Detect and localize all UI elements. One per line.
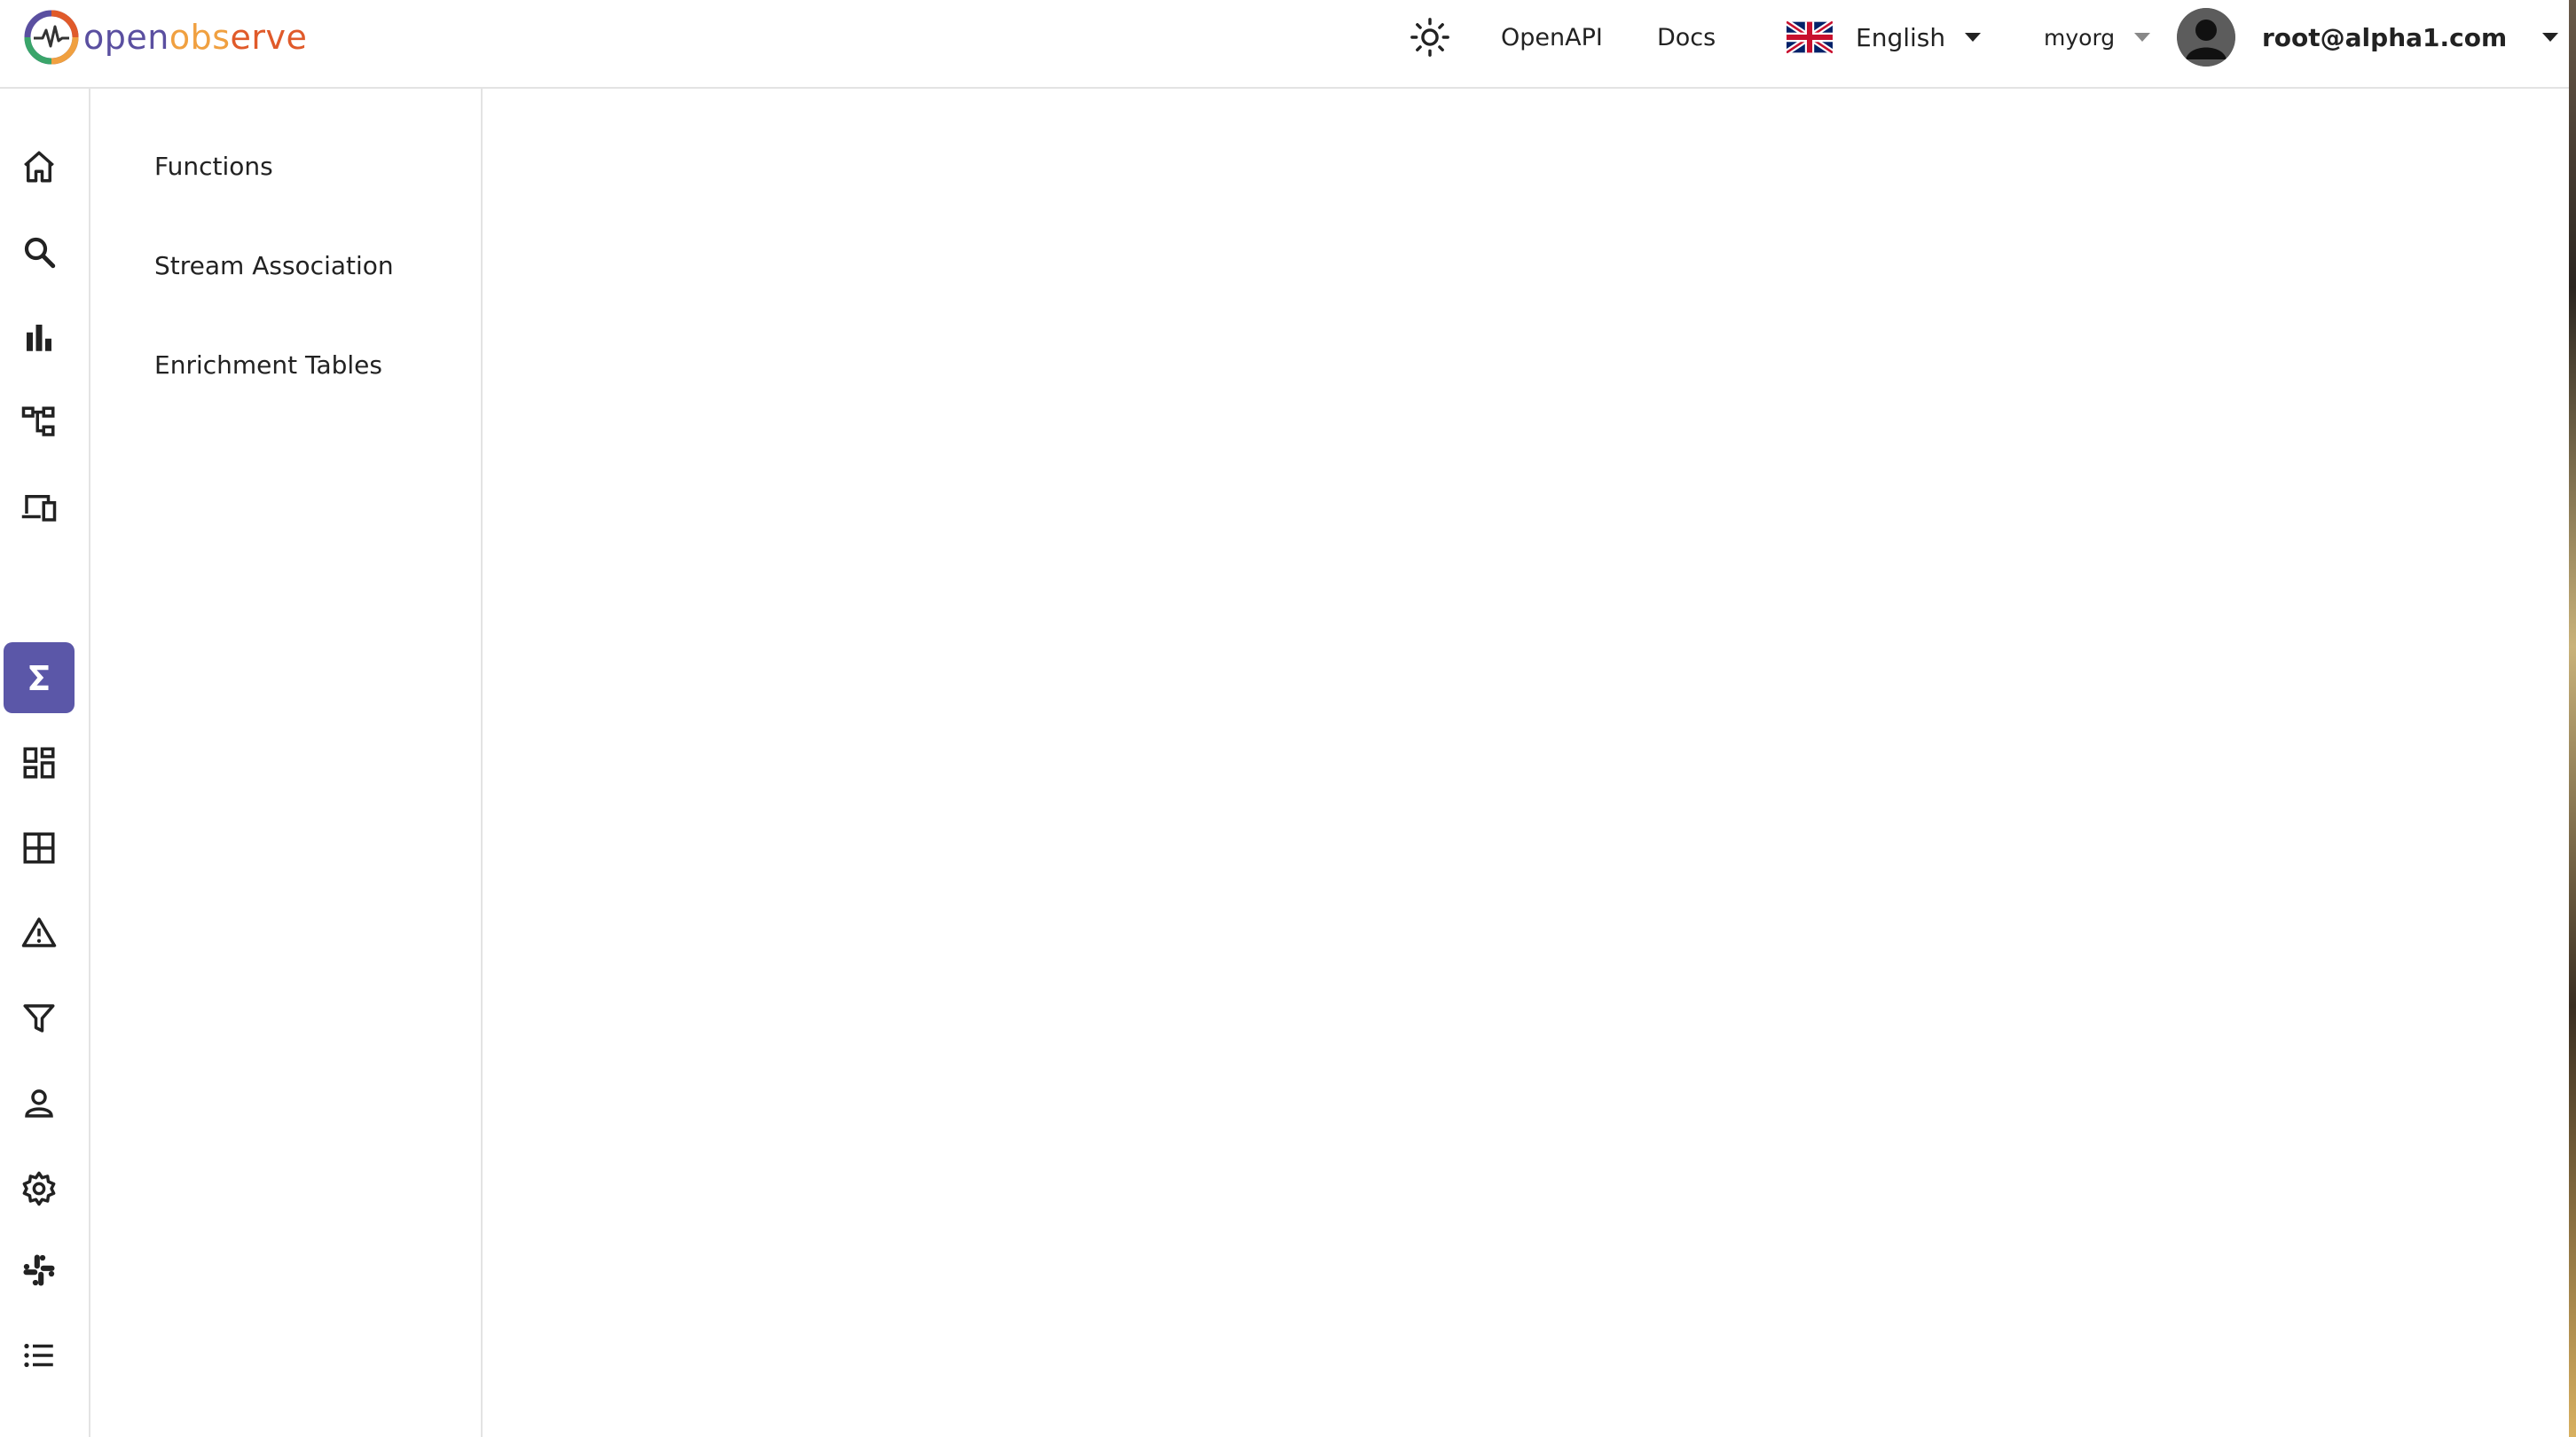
bar-chart-icon	[27, 325, 51, 351]
chevron-down-icon	[2134, 33, 2151, 42]
main-content	[483, 89, 2569, 1437]
sidebar-item-streams[interactable]	[4, 813, 75, 883]
logo-text-erve: erve	[230, 18, 308, 57]
person-icon	[25, 1089, 53, 1118]
window-edge	[2569, 0, 2576, 1437]
search-icon	[24, 237, 56, 269]
dashboard-icon	[23, 747, 55, 779]
list-icon	[24, 1343, 53, 1368]
theme-toggle-button[interactable]	[1405, 0, 1455, 75]
submenu-item-stream-association[interactable]: Stream Association	[154, 248, 394, 284]
sidebar-item-slack[interactable]	[4, 1235, 75, 1306]
slack-icon	[23, 1254, 55, 1286]
person-icon	[2177, 8, 2235, 67]
filter-icon	[23, 1004, 55, 1033]
sun-icon	[1410, 18, 1449, 57]
user-menu[interactable]: root@alpha1.com	[2177, 0, 2559, 75]
language-selector[interactable]: English	[1787, 0, 1982, 75]
devices-icon	[21, 495, 57, 522]
org-label: myorg	[2044, 24, 2116, 51]
gear-icon	[22, 1171, 56, 1206]
top-header: openobserve OpenAPI Docs English myorg r…	[0, 0, 2569, 89]
sidebar-item-ingestion[interactable]	[4, 983, 75, 1054]
sidebar-item-alerts[interactable]	[4, 898, 75, 969]
sidebar-item-traces[interactable]	[4, 387, 75, 458]
logo-text: openobserve	[83, 18, 307, 57]
grid-icon	[23, 832, 55, 864]
chevron-down-icon	[2542, 33, 2559, 42]
org-selector[interactable]: myorg	[2044, 0, 2151, 75]
sidebar-item-home[interactable]	[4, 131, 75, 202]
sidebar-item-settings[interactable]	[4, 1153, 75, 1224]
sidebar-item-metrics[interactable]	[4, 302, 75, 373]
app-window: openobserve OpenAPI Docs English myorg r…	[0, 0, 2569, 1437]
uk-flag-icon	[1787, 21, 1833, 53]
logo-text-open: open	[83, 18, 169, 57]
openapi-link[interactable]: OpenAPI	[1501, 0, 1603, 75]
sidebar-item-search[interactable]	[4, 216, 75, 287]
sidebar-item-about[interactable]	[4, 1320, 75, 1391]
sigma-icon	[29, 665, 49, 690]
tree-icon	[21, 406, 55, 436]
user-email: root@alpha1.com	[2262, 22, 2508, 52]
warning-icon	[21, 917, 57, 947]
avatar	[2177, 8, 2235, 67]
sidebar-item-rum[interactable]	[4, 472, 75, 543]
sidebar-item-dashboards[interactable]	[4, 727, 75, 798]
language-label: English	[1856, 22, 1946, 52]
chevron-down-icon	[1965, 33, 1982, 42]
sidebar-item-pipeline[interactable]	[4, 642, 75, 713]
openobserve-logo[interactable]: openobserve	[23, 9, 307, 66]
submenu-item-enrichment-tables[interactable]: Enrichment Tables	[154, 348, 382, 383]
pipeline-submenu: Functions Stream Association Enrichment …	[90, 89, 483, 1437]
docs-link[interactable]: Docs	[1657, 0, 1716, 75]
sidebar-item-iam[interactable]	[4, 1068, 75, 1139]
logo-text-obs: obs	[169, 18, 231, 57]
home-icon	[24, 151, 54, 183]
sidebar-nav	[0, 89, 90, 1437]
logo-mark-icon	[24, 10, 79, 65]
submenu-item-functions[interactable]: Functions	[154, 149, 273, 185]
